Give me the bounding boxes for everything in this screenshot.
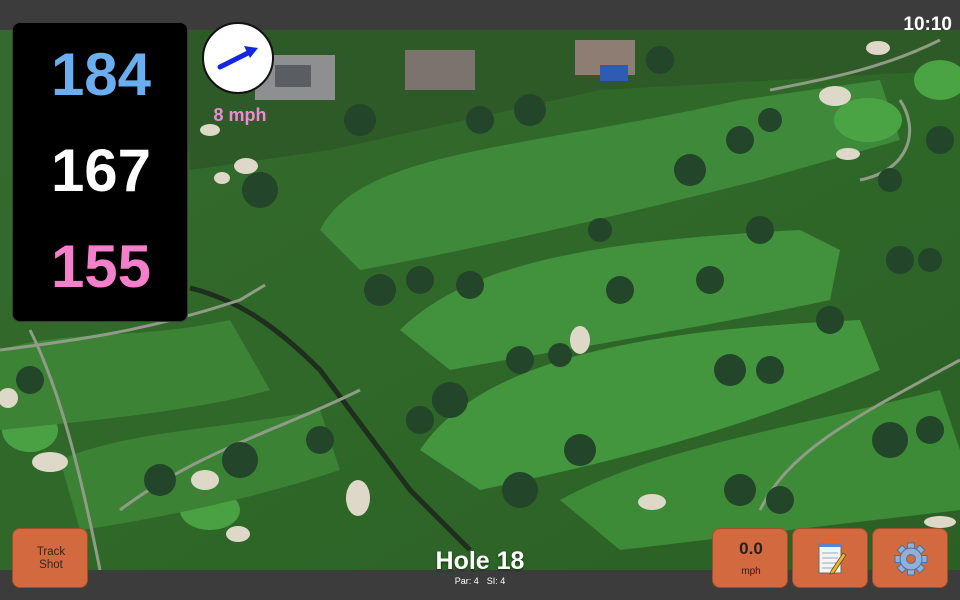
speed-unit: mph [741, 566, 761, 577]
track-shot-line1: Track [36, 546, 66, 558]
hole-info: Par: 4 SI: 4 [380, 577, 580, 586]
notes-button[interactable] [792, 528, 868, 588]
back-distance: 184 [50, 41, 152, 108]
speed-button[interactable]: 0.0 mph [712, 528, 788, 588]
hole-par: Par: 4 [454, 576, 479, 586]
track-shot-button[interactable]: Track Shot [12, 528, 88, 588]
wind-speed-label: 8 mph [213, 105, 267, 125]
wind-direction-arrow-icon [217, 46, 258, 70]
notepad-icon [818, 543, 847, 575]
hole-title: Hole 18 [435, 547, 525, 575]
gear-icon [894, 542, 928, 576]
wind-indicator [202, 22, 274, 94]
track-shot-label: Track Shot [13, 546, 89, 572]
hole-stroke-index: SI: 4 [486, 576, 506, 586]
distance-panel: 184 167 155 [12, 22, 188, 322]
settings-button[interactable] [872, 528, 948, 588]
middle-distance: 167 [50, 137, 152, 204]
track-shot-line2: Shot [39, 559, 63, 571]
speed-value: 0.0 [739, 539, 763, 558]
front-distance: 155 [50, 233, 152, 300]
